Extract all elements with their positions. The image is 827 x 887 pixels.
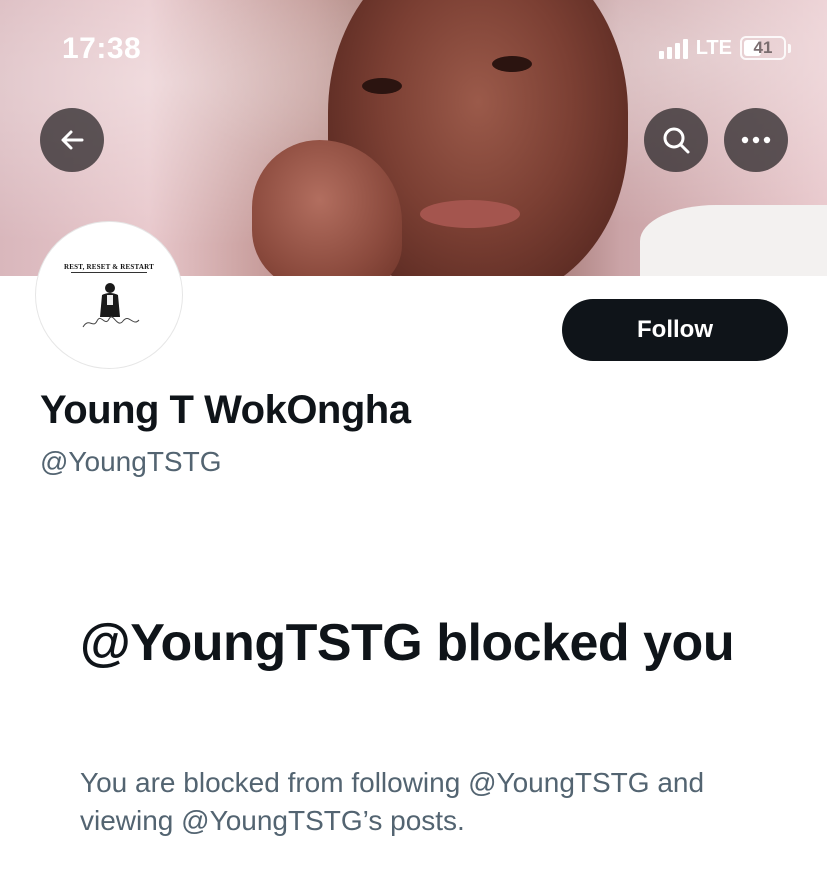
- search-icon: [663, 127, 690, 154]
- status-time: 17:38: [62, 32, 142, 65]
- avatar-text: REST, RESET & RESTART: [64, 263, 154, 271]
- network-type: LTE: [695, 36, 732, 59]
- user-handle: @YoungTSTG: [40, 446, 222, 477]
- battery-icon: 41: [740, 36, 786, 60]
- avatar[interactable]: REST, RESET & RESTART: [36, 222, 182, 368]
- search-button[interactable]: [644, 108, 708, 172]
- status-indicators: LTE 41: [658, 36, 791, 60]
- back-button[interactable]: [40, 108, 104, 172]
- banner-eye: [362, 78, 402, 94]
- more-button[interactable]: [724, 108, 788, 172]
- battery-tip: [788, 43, 791, 53]
- avatar-signature: [82, 316, 140, 328]
- avatar-figure: [100, 283, 120, 317]
- blocked-title: @YoungTSTG blocked you: [80, 614, 735, 672]
- arrow-left-icon: [61, 130, 84, 150]
- avatar-divider: [71, 272, 147, 273]
- more-horizontal-icon: [741, 136, 771, 144]
- battery-level: 41: [753, 38, 773, 57]
- signal-icon: [658, 37, 688, 59]
- banner-eye: [492, 56, 532, 72]
- follow-button[interactable]: Follow: [562, 299, 788, 361]
- avatar-image: REST, RESET & RESTART: [43, 229, 175, 361]
- banner-lips: [420, 200, 520, 228]
- blocked-description: You are blocked from following @YoungTST…: [80, 767, 705, 836]
- banner-shirt: [640, 205, 827, 276]
- display-name: Young T WokOngha: [40, 388, 411, 432]
